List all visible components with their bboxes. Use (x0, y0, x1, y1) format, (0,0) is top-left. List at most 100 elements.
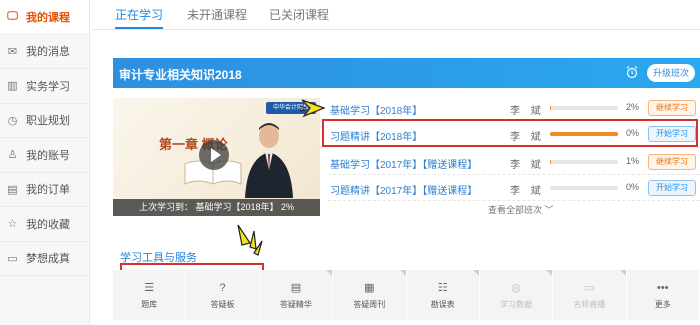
tool-more[interactable]: ••• 更多 (626, 270, 700, 320)
tab-learning[interactable]: 正在学习 (115, 6, 163, 23)
tool-label: 答疑板 (210, 299, 235, 309)
tool-label: 答疑周刊 (353, 299, 386, 309)
sidebar-item-label: 我的消息 (26, 46, 70, 59)
list-icon: ☰ (144, 281, 155, 294)
progress-percent: 2% (626, 102, 640, 112)
pointer-burst-icon (237, 224, 263, 256)
live-icon: ▭ (584, 281, 595, 294)
sidebar-item-label: 实务学习 (26, 80, 70, 93)
tool-label: 名师直播 (573, 299, 606, 309)
clock-icon: ◷ (7, 114, 18, 127)
course-header: 审计专业相关知识2018 升级班次 (113, 58, 700, 88)
last-study-caption: 上次学习到： 基础学习【2018年】 2% (113, 199, 320, 216)
start-learning-button[interactable]: 开始学习 (648, 126, 696, 142)
sidebar-item[interactable]: ▥ 实务学习 (0, 69, 89, 104)
alarm-icon[interactable] (625, 65, 639, 79)
tool-question[interactable]: ? 答疑板 (186, 270, 260, 320)
tab-not-opened[interactable]: 未开通课程 (187, 6, 247, 23)
course-title: 审计专业相关知识2018 (119, 68, 242, 82)
sidebar-item[interactable]: ☆ 我的收藏 (0, 207, 89, 242)
data-icon: ◎ (511, 281, 521, 294)
monitor-icon: 🖵 (7, 10, 18, 23)
errata-icon: ☷ (437, 281, 448, 294)
class-row: 习题精讲【2017年】【赠送课程】 李 斌 0% 开始学习 (328, 175, 700, 201)
tab-closed[interactable]: 已关闭课程 (269, 6, 329, 23)
teacher-name: 李 斌 (510, 160, 545, 171)
sidebar-item[interactable]: ✉ 我的消息 (0, 35, 89, 69)
progress-percent: 0% (626, 128, 640, 138)
upgrade-class-button[interactable]: 升级班次 (647, 64, 695, 82)
sidebar-item[interactable]: ▭ 梦想成真 (0, 242, 89, 276)
tool-essence[interactable]: ▤ 答疑精华 (259, 270, 334, 320)
corner-marker (399, 270, 406, 276)
sidebar-item[interactable]: 🖵 我的课程 (0, 0, 89, 35)
progress-percent: 0% (626, 182, 640, 192)
class-row: 基础学习【2018年】 李 斌 2% 继续学习 (328, 95, 700, 121)
tool-list[interactable]: ☰ 题库 (113, 270, 187, 320)
document-icon: ▤ (7, 183, 18, 196)
class-name-link[interactable]: 基础学习【2017年】【赠送课程】 (330, 156, 477, 171)
tool-data: ◎ 学习数据 (479, 270, 554, 320)
class-row: 基础学习【2017年】【赠送课程】 李 斌 1% 继续学习 (328, 149, 700, 175)
star-icon: ☆ (7, 218, 18, 231)
class-list: 基础学习【2018年】李 斌 2% 继续学习 习题精讲【2018年】李 斌 0% 开始学习… (328, 95, 700, 201)
sidebar: 🖵 我的课程 ✉ 我的消息 ▥ 实务学习 ◷ 职业规划 ♙ 我的账号 ▤ 我的订单 ☆ 我的收藏 ▭ 梦想成真 (0, 0, 90, 325)
corner-marker (472, 270, 479, 276)
corner-marker (619, 270, 626, 276)
pointer-burst-icon (300, 99, 326, 118)
progress-bar (550, 186, 618, 190)
progress-percent: 1% (626, 156, 640, 166)
tool-live: ▭ 名师直播 (553, 270, 627, 320)
weekly-icon: ▦ (364, 281, 375, 294)
envelope-icon: ✉ (7, 45, 18, 58)
sidebar-item-label: 梦想成真 (26, 253, 70, 266)
sidebar-item[interactable]: ▤ 我的订单 (0, 173, 89, 207)
progress-fill (550, 106, 552, 110)
sidebar-item[interactable]: ◷ 职业规划 (0, 104, 89, 138)
teacher-name: 李 斌 (510, 132, 545, 143)
course-video[interactable]: 中华会计网校 第一章 概论 上次学习到： 基础学习【2018年】 2% (113, 98, 320, 216)
lecturer-image (245, 123, 293, 198)
tool-label: 题库 (141, 299, 158, 309)
sidebar-item-label: 我的课程 (26, 11, 70, 24)
corner-marker (326, 270, 333, 276)
tool-label: 学习数据 (500, 299, 533, 309)
essence-icon: ▤ (290, 281, 302, 294)
tools-bar: ☰ 题库? 答疑板 ▤ 答疑精华 ▦ 答疑周刊 ☷ 勘误表 ◎ 学习数据 ▭ 名师直播 ••• 更多 (113, 270, 700, 320)
sidebar-item[interactable]: ♙ 我的账号 (0, 138, 89, 173)
teacher-name: 李 斌 (510, 106, 545, 117)
sidebar-item-label: 我的账号 (26, 149, 70, 162)
class-name-link[interactable]: 习题精讲【2017年】【赠送课程】 (330, 182, 477, 197)
tool-weekly[interactable]: ▦ 答疑周刊 (333, 270, 407, 320)
teacher-name: 李 斌 (510, 186, 545, 197)
book-icon: ▥ (7, 80, 18, 93)
class-name-link[interactable]: 习题精讲【2018年】 (330, 128, 422, 143)
tab-bar: 正在学习 未开通课程 已关闭课程 (92, 0, 700, 30)
tool-errata[interactable]: ☷ 勘误表 (406, 270, 480, 320)
tool-label: 勘误表 (430, 299, 455, 309)
progress-fill (550, 132, 618, 136)
corner-marker (546, 270, 553, 276)
tools-section-title: 学习工具与服务 (120, 252, 197, 264)
sidebar-item-label: 我的订单 (26, 184, 70, 197)
progress-bar (550, 132, 618, 136)
class-row: 习题精讲【2018年】 李 斌 0% 开始学习 (328, 121, 700, 149)
progress-fill (550, 160, 551, 164)
user-icon: ♙ (7, 149, 18, 162)
continue-learning-button[interactable]: 继续学习 (648, 154, 696, 170)
open-book-icon: ▭ (7, 252, 18, 265)
sidebar-item-label: 我的收藏 (26, 218, 70, 231)
continue-learning-button[interactable]: 继续学习 (648, 100, 696, 116)
sidebar-item-label: 职业规划 (26, 115, 70, 128)
progress-bar (550, 160, 618, 164)
start-learning-button[interactable]: 开始学习 (648, 180, 696, 196)
more-icon: ••• (657, 281, 669, 294)
tab-underline (115, 27, 163, 29)
tool-label: 更多 (654, 299, 671, 309)
tool-label: 答疑精华 (279, 299, 312, 309)
progress-bar (550, 106, 618, 110)
class-name-link[interactable]: 基础学习【2018年】 (330, 102, 422, 117)
play-button[interactable] (199, 140, 229, 170)
question-icon: ? (219, 281, 226, 294)
see-all-classes-link[interactable]: 查看全部班次 ﹀ (488, 203, 554, 216)
